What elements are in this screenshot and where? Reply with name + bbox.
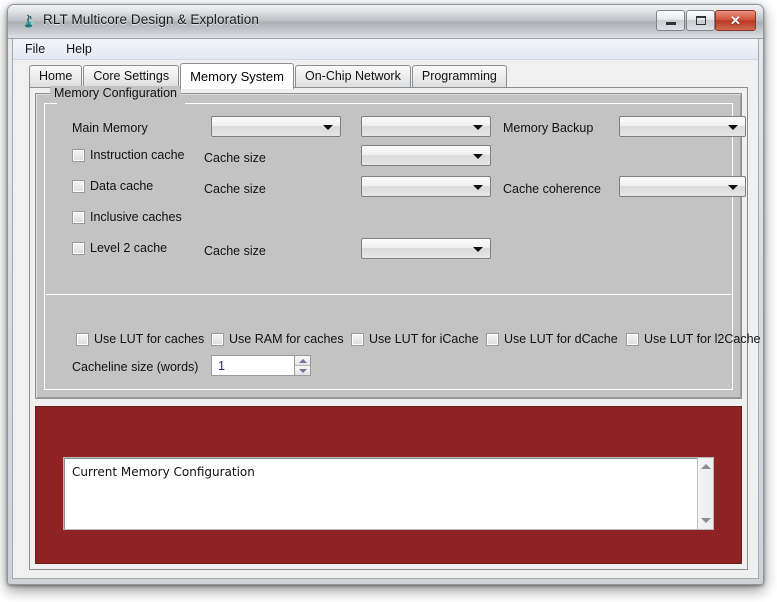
triangle-up-icon [700,464,711,469]
tab-programming[interactable]: Programming [411,65,507,88]
inclusive-caches-label: Inclusive caches [90,210,182,224]
current-memory-configuration-textarea[interactable]: Current Memory Configuration [63,457,714,530]
cacheline-size-stepper-buttons [294,355,311,376]
group-border-top-left [45,103,57,104]
main-memory-combo[interactable] [211,116,341,137]
cacheline-size-increment-button[interactable] [295,356,310,366]
chevron-down-icon [728,185,738,190]
inclusive-caches-checkbox[interactable]: Inclusive caches [72,209,182,225]
group-border-top-right [185,103,732,104]
cacheline-size-stepper[interactable]: 1 [211,355,311,376]
instruction-cache-label: Instruction cache [90,148,185,162]
chevron-down-icon [473,247,483,252]
data-cache-size-label: Cache size [204,182,266,196]
level2-cache-checkbox[interactable]: Level 2 cache [72,240,167,256]
use-lut-for-dcache-checkbox[interactable]: Use LUT for dCache [486,331,618,347]
cacheline-size-label: Cacheline size (words) [72,360,199,374]
chevron-down-icon [473,125,483,130]
checkbox-box-icon [72,241,85,255]
main-memory-label: Main Memory [72,121,148,135]
memory-configuration-panel: Memory Configuration Main Memory Memory … [35,86,761,399]
checkbox-box-icon [351,332,364,346]
triangle-up-icon [298,358,307,363]
instruction-cache-checkbox[interactable]: Instruction cache [72,147,185,163]
chevron-down-icon [728,125,738,130]
tab-strip: Home Core Settings Memory System On-Chip… [29,63,508,89]
menu-bar: File Help [13,39,758,60]
use-lut-for-caches-label: Use LUT for caches [94,332,205,346]
chevron-down-icon [473,154,483,159]
cache-coherence-combo[interactable] [619,176,746,197]
tab-home[interactable]: Home [29,65,83,88]
use-lut-for-icache-checkbox[interactable]: Use LUT for iCache [351,331,479,347]
menu-item-help[interactable]: Help [57,40,101,58]
level2-cache-label: Level 2 cache [90,241,168,255]
instruction-cache-size-combo[interactable] [361,145,491,166]
instruction-cache-size-label: Cache size [204,151,266,165]
triangle-down-icon [298,368,307,373]
checkbox-box-icon [72,210,85,224]
use-ram-for-caches-label: Use RAM for caches [229,332,344,346]
cache-coherence-label: Cache coherence [503,182,601,196]
tab-core-settings[interactable]: Core Settings [83,65,180,88]
memory-configuration-title: Memory Configuration [50,86,181,100]
triangle-down-icon [700,518,711,523]
data-cache-size-combo[interactable] [361,176,491,197]
checkbox-box-icon [626,332,639,346]
use-lut-for-l2cache-checkbox[interactable]: Use LUT for l2Cache [626,331,761,347]
client-area: File Help Home Core Settings Memory Syst… [12,39,761,579]
close-button[interactable]: ✕ [715,10,756,31]
checkbox-box-icon [72,179,85,193]
checkbox-box-icon [72,148,85,162]
output-text: Current Memory Configuration [72,465,255,479]
minimize-icon [657,11,684,30]
output-scrollbar[interactable] [697,458,713,529]
scroll-down-button[interactable] [698,513,713,528]
chevron-down-icon [323,125,333,130]
checkbox-box-icon [76,332,89,346]
close-icon: ✕ [730,13,741,28]
memory-backup-combo[interactable] [619,116,746,137]
output-panel: Current Memory Configuration [35,406,742,564]
use-ram-for-caches-checkbox[interactable]: Use RAM for caches [211,331,344,347]
chevron-down-icon [473,185,483,190]
level2-cache-size-combo[interactable] [361,238,491,259]
cacheline-size-decrement-button[interactable] [295,366,310,375]
use-lut-for-caches-checkbox[interactable]: Use LUT for caches [76,331,204,347]
data-cache-label: Data cache [90,179,154,193]
menu-item-file[interactable]: File [16,40,54,58]
tab-memory-system[interactable]: Memory System [180,63,294,89]
application-window: RLT Multicore Design & Exploration ✕ Fil… [7,4,764,585]
tab-content-memory-system: Memory Configuration Main Memory Memory … [29,86,761,570]
title-bar: RLT Multicore Design & Exploration ✕ [8,5,763,39]
maximize-icon [687,11,714,30]
java-app-icon [25,14,34,28]
maximize-button[interactable] [686,10,715,31]
cacheline-size-input[interactable]: 1 [211,355,294,376]
panel-separator [46,294,731,295]
use-lut-for-icache-label: Use LUT for iCache [369,332,479,346]
minimize-button[interactable] [656,10,685,31]
checkbox-box-icon [211,332,224,346]
scroll-up-button[interactable] [698,459,713,474]
data-cache-checkbox[interactable]: Data cache [72,178,153,194]
window-title: RLT Multicore Design & Exploration [43,12,259,27]
use-lut-for-l2cache-label: Use LUT for l2Cache [644,332,761,346]
checkbox-box-icon [486,332,499,346]
memory-backup-label: Memory Backup [503,121,594,135]
use-lut-for-dcache-label: Use LUT for dCache [504,332,618,346]
main-memory-second-combo[interactable] [361,116,491,137]
tab-on-chip-network[interactable]: On-Chip Network [294,65,411,88]
level2-cache-size-label: Cache size [204,244,266,258]
